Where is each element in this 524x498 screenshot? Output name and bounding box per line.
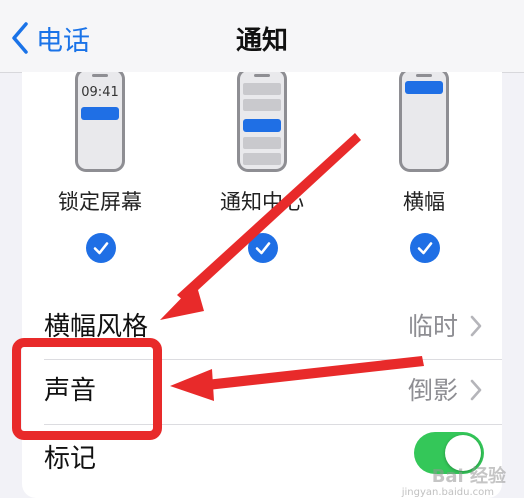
navigation-bar: 电话 通知 (0, 0, 524, 73)
alert-option-label: 通知中心 (220, 190, 304, 214)
chevron-right-icon (470, 315, 482, 337)
notification-center-preview-icon (237, 72, 287, 172)
banner-style-value: 临时 (407, 312, 458, 341)
badges-label: 标记 (44, 444, 97, 474)
sound-value: 倒影 (407, 376, 458, 405)
watermark-logo: Bai 经验 (431, 466, 506, 487)
alert-option-label: 锁定屏幕 (58, 190, 142, 214)
lock-screen-preview-icon: 09:41 (75, 72, 125, 172)
checkmark-icon[interactable] (410, 233, 440, 263)
preview-time: 09:41 (81, 85, 119, 100)
page-title: 通知 (235, 26, 288, 56)
checkmark-icon[interactable] (248, 233, 278, 263)
alert-option-label: 横幅 (403, 190, 445, 214)
watermark-url: jingyan.baidu.com (401, 487, 494, 498)
annotation-highlight-box (12, 338, 162, 440)
banner-preview-icon (399, 72, 449, 172)
chevron-right-icon (470, 379, 482, 401)
checkmark-icon[interactable] (86, 233, 116, 263)
